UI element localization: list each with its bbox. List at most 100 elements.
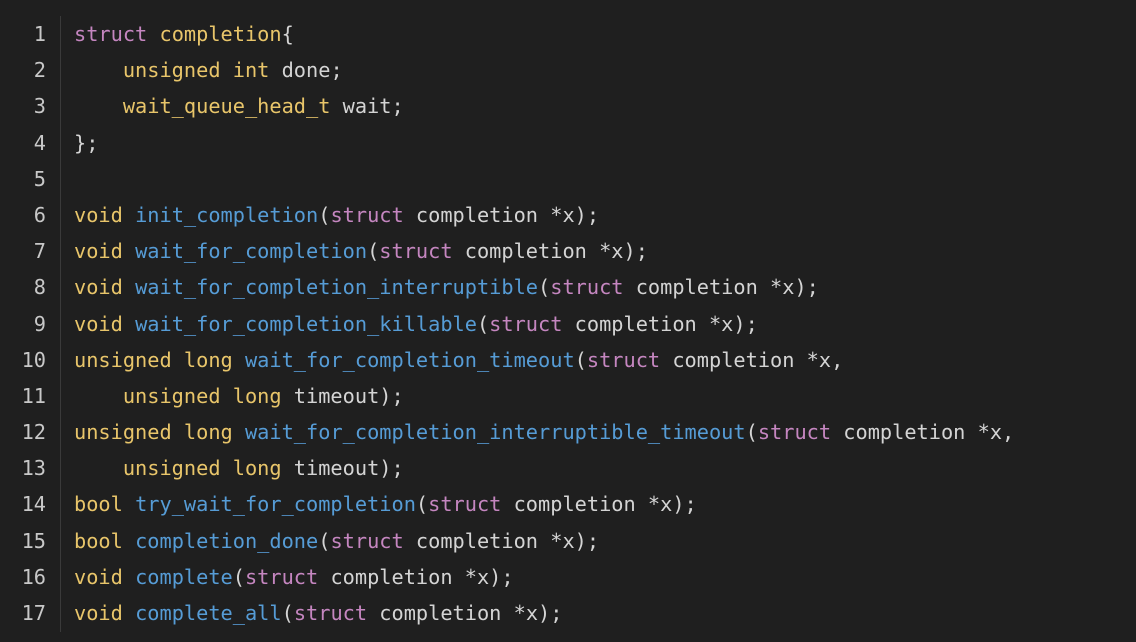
code-token-plain: ( bbox=[476, 311, 490, 336]
line-source: void wait_for_completion_killable(struct… bbox=[74, 306, 758, 342]
code-token-plain: ( bbox=[415, 492, 429, 517]
line-source: }; bbox=[74, 125, 98, 161]
code-token-struct: struct bbox=[586, 347, 661, 372]
code-token-func: wait_for_completion_interruptible_timeou… bbox=[244, 420, 746, 445]
code-token-plain: ( bbox=[538, 275, 551, 300]
code-token-plain: completion *x); bbox=[403, 202, 600, 227]
code-token-func: complete_all bbox=[135, 601, 282, 625]
code-line[interactable]: 7 void wait_for_completion(struct complet… bbox=[0, 233, 1136, 269]
code-token-plain: ( bbox=[281, 601, 294, 625]
line-source: void complete(struct completion *x); bbox=[74, 559, 514, 595]
code-line[interactable]: 4}; bbox=[0, 125, 1136, 161]
code-line[interactable]: 13 unsigned long timeout); bbox=[0, 450, 1136, 486]
code-token-func: wait_for_completion_timeout bbox=[244, 347, 575, 372]
code-token-struct: struct bbox=[244, 564, 319, 589]
code-token-struct: struct bbox=[379, 239, 453, 264]
code-token-plain: completion *x); bbox=[367, 601, 563, 625]
code-token-keyword: long bbox=[232, 383, 282, 408]
code-line[interactable]: 2 unsigned int done; bbox=[0, 52, 1136, 88]
line-source: unsigned long timeout); bbox=[74, 378, 404, 414]
code-token-func: complete bbox=[135, 564, 233, 589]
code-token-func: init_completion bbox=[135, 202, 319, 227]
line-source: void complete_all(struct completion *x); bbox=[74, 595, 562, 631]
code-line[interactable]: 12 unsigned long wait_for_completion_inte… bbox=[0, 414, 1136, 450]
line-number: 1 bbox=[33, 22, 46, 46]
code-block[interactable]: 1 struct completion{2 unsigned int done; 3… bbox=[0, 16, 1136, 631]
code-token-struct: struct bbox=[757, 420, 832, 445]
code-line[interactable]: 5 bbox=[0, 161, 1136, 197]
code-token-keyword: void bbox=[74, 239, 123, 264]
code-token-plain: ( bbox=[318, 528, 331, 553]
code-line[interactable]: 6 void init_completion(struct completion … bbox=[0, 197, 1136, 233]
code-line[interactable]: 9 void wait_for_completion_killable(struc… bbox=[0, 306, 1136, 342]
code-token-struct: struct bbox=[330, 202, 404, 227]
code-token-keyword: unsigned bbox=[122, 383, 221, 408]
code-line[interactable]: 1 struct completion{ bbox=[0, 16, 1136, 52]
code-token-struct: struct bbox=[428, 492, 502, 517]
code-line[interactable]: 14 bool try_wait_for_completion(struct co… bbox=[0, 486, 1136, 522]
code-token-plain: completion *x); bbox=[403, 528, 600, 553]
code-token-struct: struct bbox=[330, 528, 404, 553]
code-line[interactable]: 11 unsigned long timeout); bbox=[0, 378, 1136, 414]
code-token-keyword: void bbox=[74, 202, 123, 227]
line-number: 17 bbox=[21, 601, 46, 625]
code-token-plain: }; bbox=[74, 130, 99, 155]
line-source: unsigned long wait_for_completion_timeou… bbox=[74, 342, 843, 378]
code-token-plain: ( bbox=[574, 347, 587, 372]
code-token-plain: ( bbox=[318, 202, 331, 227]
line-number: 10 bbox=[21, 347, 46, 372]
code-token-keyword: long bbox=[183, 347, 233, 372]
code-token-keyword: bool bbox=[74, 528, 123, 553]
line-number: 7 bbox=[33, 239, 46, 264]
line-number: 14 bbox=[21, 492, 46, 517]
code-line[interactable]: 15 bool completion_done(struct completion… bbox=[0, 523, 1136, 559]
code-token-func: wait_for_completion_interruptible bbox=[135, 275, 539, 300]
code-line[interactable]: 10 unsigned long wait_for_completion_time… bbox=[0, 342, 1136, 378]
line-number: 2 bbox=[33, 58, 46, 83]
line-number: 8 bbox=[33, 275, 46, 300]
code-line[interactable]: 16 void complete(struct completion *x); bbox=[0, 559, 1136, 595]
line-number: 13 bbox=[21, 456, 46, 481]
line-number: 5 bbox=[33, 166, 46, 191]
code-token-struct: struct bbox=[74, 22, 148, 46]
code-line[interactable]: 3 wait_queue_head_t wait; bbox=[0, 88, 1136, 124]
code-token-plain: completion *x); bbox=[318, 564, 514, 589]
line-source: unsigned long wait_for_completion_interr… bbox=[74, 414, 1014, 450]
line-number: 12 bbox=[21, 420, 46, 445]
code-token-keyword: unsigned bbox=[122, 456, 221, 481]
code-token-func: wait_for_completion bbox=[135, 239, 368, 264]
line-number: 15 bbox=[21, 528, 46, 553]
code-token-plain: completion *x, bbox=[831, 420, 1015, 445]
line-source: unsigned long timeout); bbox=[74, 450, 404, 486]
code-line[interactable]: 17 void complete_all(struct completion *x… bbox=[0, 595, 1136, 631]
line-source: bool completion_done(struct completion *… bbox=[74, 523, 599, 559]
code-token-plain: ( bbox=[232, 564, 245, 589]
code-token-keyword: int bbox=[232, 58, 270, 83]
line-source: void wait_for_completion(struct completi… bbox=[74, 233, 648, 269]
line-source: void init_completion(struct completion *… bbox=[74, 197, 599, 233]
code-line[interactable]: 8 void wait_for_completion_interruptible(… bbox=[0, 269, 1136, 305]
code-token-struct: struct bbox=[489, 311, 563, 336]
code-token-plain: timeout); bbox=[281, 456, 404, 481]
line-number: 9 bbox=[33, 311, 46, 336]
code-token-type: wait_queue_head_t bbox=[122, 94, 331, 119]
code-token-type: completion bbox=[159, 22, 282, 46]
code-token-keyword: void bbox=[74, 601, 123, 625]
